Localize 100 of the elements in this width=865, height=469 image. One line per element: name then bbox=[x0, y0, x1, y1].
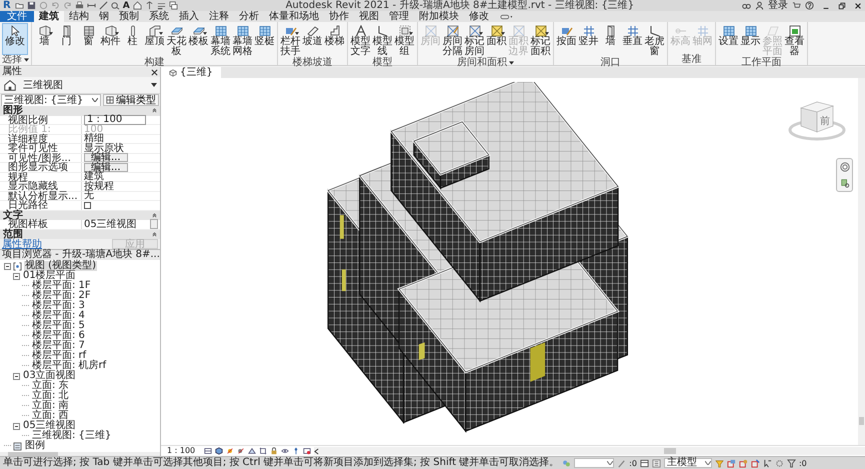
ribbon-button[interactable]: 模型线 bbox=[372, 23, 393, 58]
arrow-left-icon[interactable] bbox=[314, 448, 320, 454]
ribbon-tab[interactable]: 结构 bbox=[64, 11, 94, 22]
ribbon-button[interactable]: 门 bbox=[56, 23, 77, 58]
measure-icon[interactable] bbox=[86, 1, 96, 10]
ribbon-button[interactable]: 面积 bbox=[486, 23, 507, 58]
close-icon[interactable] bbox=[151, 68, 158, 76]
ribbon-tab[interactable]: 分析 bbox=[234, 11, 264, 22]
lock-icon[interactable] bbox=[270, 447, 278, 455]
checkbox[interactable] bbox=[84, 202, 91, 209]
save-icon[interactable] bbox=[26, 1, 36, 10]
text-tool[interactable]: A bbox=[122, 0, 130, 10]
ribbon-button[interactable]: 标记面积 bbox=[530, 23, 551, 58]
ribbon-tab[interactable]: 附加模块 bbox=[414, 11, 464, 22]
collapse-toggle[interactable] bbox=[13, 422, 20, 430]
restore-icon[interactable] bbox=[838, 2, 846, 10]
ribbon-tab[interactable]: 文件 bbox=[0, 11, 34, 22]
ribbon-tab[interactable]: 预制 bbox=[114, 11, 144, 22]
ribbon-button[interactable]: 栏杆扶手 bbox=[280, 23, 301, 58]
windows-icon[interactable] bbox=[168, 1, 178, 10]
filter-icon[interactable] bbox=[786, 458, 796, 468]
cart-icon[interactable] bbox=[792, 1, 801, 10]
steering-wheel-icon[interactable] bbox=[840, 162, 850, 172]
view-tab[interactable]: {三维} bbox=[161, 67, 221, 78]
ribbon-button[interactable]: 坡道 bbox=[302, 23, 323, 58]
ribbon-tab[interactable]: 修改 bbox=[464, 11, 494, 22]
ribbon-tab[interactable]: 视图 bbox=[354, 11, 384, 22]
help-icon[interactable] bbox=[805, 1, 814, 10]
ribbon-button[interactable]: 垂直 bbox=[622, 23, 643, 58]
pinned-select-icon[interactable] bbox=[738, 458, 748, 468]
ribbon-button[interactable]: 幕墙网格 bbox=[232, 23, 253, 58]
calendar-icon[interactable] bbox=[640, 458, 649, 468]
edit-button[interactable]: 编辑... bbox=[84, 162, 128, 172]
sun-icon[interactable] bbox=[226, 447, 234, 455]
scrollbar-thumb[interactable] bbox=[664, 448, 676, 454]
type-selector[interactable]: 三维视图 bbox=[0, 77, 160, 94]
tree-item[interactable]: 楼层平面: 6 bbox=[31, 331, 86, 341]
print-icon[interactable] bbox=[74, 1, 84, 10]
ribbon-button[interactable]: 竖井 bbox=[578, 23, 599, 58]
detail-level-icon[interactable] bbox=[204, 447, 212, 455]
underlay-select-icon[interactable] bbox=[726, 458, 736, 468]
section-icon[interactable] bbox=[144, 1, 154, 10]
horizontal-scrollbar[interactable] bbox=[0, 452, 160, 456]
ribbon-button[interactable]: 模型文字 bbox=[350, 23, 371, 58]
ribbon-tab[interactable]: 系统 bbox=[144, 11, 174, 22]
property-group[interactable]: 图形 bbox=[3, 106, 23, 116]
property-input[interactable]: 1 : 100 bbox=[84, 114, 146, 125]
ribbon-button[interactable]: 房间分隔 bbox=[442, 23, 463, 58]
crop-icon[interactable] bbox=[259, 447, 268, 455]
collapse-toggle[interactable] bbox=[4, 262, 11, 270]
tree-item[interactable]: 立面: 西 bbox=[31, 411, 70, 421]
ribbon-button[interactable]: 屋顶 bbox=[144, 23, 165, 58]
tree-item[interactable]: 三维视图: {三维} bbox=[31, 431, 112, 441]
view-scale[interactable]: 1 : 100 bbox=[167, 446, 196, 456]
ribbon-tab[interactable]: 建筑 bbox=[34, 11, 64, 22]
collapse-toggle[interactable] bbox=[13, 372, 20, 380]
ribbon-tab[interactable]: 协作 bbox=[324, 11, 354, 22]
tree-item[interactable]: 图例 bbox=[24, 441, 46, 451]
ribbon-button[interactable]: 查看器 bbox=[784, 23, 805, 58]
link-select-icon[interactable] bbox=[714, 458, 724, 468]
tree-item[interactable]: 楼层平面: 机房rf bbox=[31, 361, 108, 371]
highlight-icon[interactable] bbox=[303, 447, 312, 455]
ribbon-tab[interactable]: 注释 bbox=[204, 11, 234, 22]
zoom-icon[interactable] bbox=[840, 178, 850, 188]
ribbon-button[interactable]: 老虎窗 bbox=[644, 23, 665, 58]
tree-item[interactable]: 楼层平面: 1F bbox=[31, 281, 92, 291]
property-group[interactable]: 文字 bbox=[3, 210, 23, 220]
view-cube[interactable]: 前 bbox=[787, 94, 847, 144]
ribbon-tab[interactable]: 插入 bbox=[174, 11, 204, 22]
scrollbar-thumb[interactable] bbox=[8, 452, 58, 456]
ribbon-button[interactable]: 构件 bbox=[100, 23, 121, 58]
collapse-icon[interactable] bbox=[152, 232, 157, 237]
ribbon-button[interactable]: 楼梯 bbox=[324, 23, 345, 58]
ribbon-button[interactable]: 设置 bbox=[718, 23, 739, 58]
horizontal-scrollbar[interactable] bbox=[314, 447, 865, 455]
ribbon-button[interactable]: 楼板 bbox=[188, 23, 209, 58]
hide-icon[interactable] bbox=[281, 447, 290, 455]
ribbon-button[interactable]: 竖梃 bbox=[254, 23, 275, 58]
tree-item[interactable]: 立面: 南 bbox=[31, 401, 70, 411]
collapse-icon[interactable] bbox=[152, 212, 157, 218]
instance-dropdown[interactable]: 三维视图: {三维} bbox=[1, 94, 101, 106]
ribbon-button[interactable]: 修改 bbox=[2, 23, 28, 55]
property-group[interactable]: 范围 bbox=[3, 230, 23, 239]
tree-item[interactable]: 楼层平面: 7 bbox=[31, 341, 86, 351]
design-option-icon[interactable] bbox=[652, 458, 661, 468]
pin-icon[interactable] bbox=[292, 447, 300, 455]
ribbon-button[interactable]: 天花板 bbox=[166, 23, 187, 58]
ribbon-tab[interactable]: 管理 bbox=[384, 11, 414, 22]
app-logo[interactable]: R bbox=[3, 0, 11, 11]
tree-item[interactable]: 05三维视图 bbox=[22, 421, 77, 431]
ribbon-button[interactable]: 窗 bbox=[78, 23, 99, 58]
tree-item[interactable]: 楼层平面: 4 bbox=[31, 311, 86, 321]
ribbon-button[interactable]: 柱 bbox=[122, 23, 143, 58]
ribbon-toggle-icon[interactable] bbox=[500, 12, 514, 20]
thin-lines-icon[interactable] bbox=[156, 1, 166, 10]
tree-item[interactable]: 楼层平面: 5 bbox=[31, 321, 86, 331]
tree-item[interactable]: 03立面视图 bbox=[22, 371, 77, 381]
tree-item[interactable]: 01楼层平面 bbox=[22, 271, 77, 281]
ribbon-button[interactable]: 幕墙系统 bbox=[210, 23, 231, 58]
shadow-icon[interactable] bbox=[237, 447, 246, 455]
